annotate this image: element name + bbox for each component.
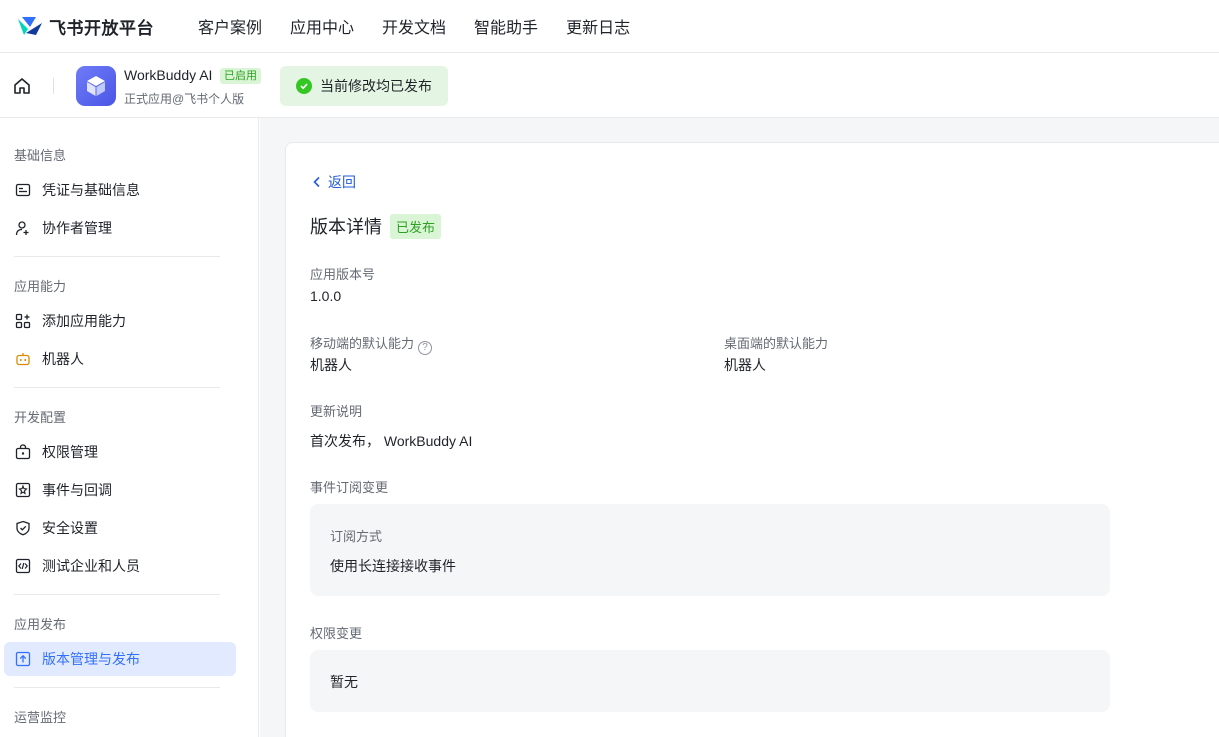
nav-changelog[interactable]: 更新日志 (566, 14, 630, 38)
app-name[interactable]: WorkBuddy AI (124, 67, 212, 83)
page-title: 版本详情 (310, 217, 382, 237)
chevron-left-icon (313, 176, 320, 188)
sidebar-item-label: 权限管理 (42, 444, 98, 460)
home-icon[interactable] (12, 76, 32, 96)
sidebar-item-events[interactable]: 事件与回调 (4, 473, 236, 507)
version-detail-card: 返回 版本详情 已发布 应用版本号 1.0.0 移动端的默认能力? 机器人 桌面… (285, 142, 1219, 737)
app-avatar (76, 66, 116, 106)
permission-change-value: 暂无 (330, 674, 358, 690)
sidebar-item-permissions[interactable]: 权限管理 (4, 435, 236, 469)
back-link[interactable]: 返回 (310, 172, 356, 192)
sidebar-item-security[interactable]: 安全设置 (4, 511, 236, 545)
sidebar-item-version-release[interactable]: 版本管理与发布 (4, 642, 236, 676)
brand[interactable]: 飞书开放平台 (16, 14, 198, 39)
desktop-default-value: 机器人 (724, 357, 766, 373)
sidebar-item-collaborators[interactable]: 协作者管理 (4, 211, 236, 245)
app-subtitle: 正式应用@飞书个人版 (124, 92, 245, 106)
mobile-default-label: 移动端的默认能力? (310, 333, 433, 355)
upload-icon (14, 650, 32, 668)
back-label: 返回 (328, 174, 356, 190)
sidebar-item-test-users[interactable]: 测试企业和人员 (4, 549, 236, 583)
version-value: 1.0.0 (310, 288, 342, 304)
sidebar-item-credentials[interactable]: 凭证与基础信息 (4, 173, 236, 207)
subscription-mode-value: 使用长连接接收事件 (330, 558, 456, 574)
robot-icon (14, 350, 32, 368)
add-person-icon (14, 219, 32, 237)
sidebar-item-label: 安全设置 (42, 520, 98, 536)
brand-name: 飞书开放平台 (49, 18, 154, 38)
divider (14, 594, 220, 595)
sidebar-item-label: 机器人 (42, 351, 84, 367)
feishu-logo-icon (18, 17, 42, 35)
lock-box-icon (14, 443, 32, 461)
divider (14, 387, 220, 388)
permission-change-box: 暂无 (310, 650, 1110, 712)
section-title-basic: 基础信息 (14, 148, 67, 163)
divider (14, 687, 220, 688)
nav-smart-assistant[interactable]: 智能助手 (474, 14, 538, 38)
event-change-box: 订阅方式 使用长连接接收事件 (310, 504, 1110, 596)
divider (14, 256, 220, 257)
event-icon (14, 481, 32, 499)
publish-status-banner: 当前修改均已发布 (280, 66, 448, 106)
credential-icon (14, 181, 32, 199)
mobile-default-value: 机器人 (310, 357, 352, 373)
cube-icon (87, 76, 105, 96)
event-change-label: 事件订阅变更 (310, 480, 389, 495)
code-box-icon (14, 557, 32, 575)
permission-change-label: 权限变更 (310, 626, 363, 641)
status-badge: 已启用 (220, 68, 261, 84)
section-title-capabilities: 应用能力 (14, 279, 67, 294)
sidebar-item-add-capability[interactable]: 添加应用能力 (4, 304, 236, 338)
divider (53, 78, 54, 94)
sidebar-item-label: 版本管理与发布 (42, 651, 140, 667)
section-title-dev-config: 开发配置 (14, 410, 67, 425)
sidebar-item-label: 事件与回调 (42, 482, 112, 498)
release-notes-label: 更新说明 (310, 404, 363, 419)
section-title-release: 应用发布 (14, 617, 67, 632)
section-title-monitoring: 运营监控 (14, 710, 67, 725)
publish-status-text: 当前修改均已发布 (320, 78, 432, 94)
apps-add-icon (14, 312, 32, 330)
nav-app-center[interactable]: 应用中心 (290, 14, 354, 38)
top-nav: 飞书开放平台 客户案例 应用中心 开发文档 智能助手 更新日志 (0, 0, 1219, 53)
sidebar-item-label: 凭证与基础信息 (42, 182, 140, 198)
version-label: 应用版本号 (310, 267, 376, 282)
status-badge: 已发布 (390, 214, 442, 239)
app-header: WorkBuddy AI 已启用 正式应用@飞书个人版 当前修改均已发布 (0, 53, 1219, 118)
shield-icon (14, 519, 32, 537)
sidebar-item-label: 添加应用能力 (42, 313, 126, 329)
release-notes-value: 首次发布， WorkBuddy AI (310, 433, 473, 449)
sidebar: 基础信息 凭证与基础信息 协作者管理 应用能力 添加应用能力 机器人 开发配置 … (0, 118, 259, 737)
sidebar-item-label: 测试企业和人员 (42, 558, 140, 574)
sidebar-item-robot[interactable]: 机器人 (4, 342, 236, 376)
nav-dev-docs[interactable]: 开发文档 (382, 14, 446, 38)
check-circle-icon (296, 78, 312, 94)
help-icon[interactable]: ? (418, 341, 433, 355)
desktop-default-label: 桌面端的默认能力 (724, 336, 829, 351)
subscription-mode-label: 订阅方式 (330, 529, 383, 544)
nav-customer-cases[interactable]: 客户案例 (198, 14, 262, 38)
sidebar-item-label: 协作者管理 (42, 220, 112, 236)
